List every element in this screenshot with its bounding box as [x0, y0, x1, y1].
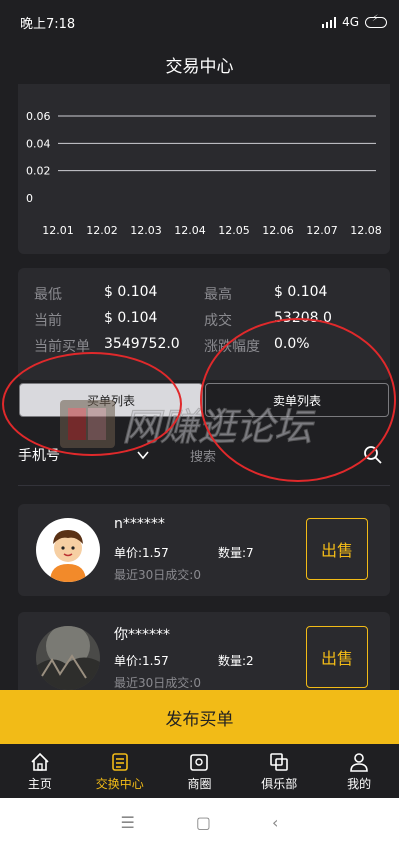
sell-button[interactable]: 出售 — [306, 518, 368, 580]
x-tick-label: 12.02 — [86, 224, 118, 237]
stat-buy-value-text: 3549752.0 — [104, 336, 180, 352]
search-icon[interactable] — [362, 444, 384, 466]
stat-buy-label: 当前买单 — [34, 339, 90, 355]
nav-item-exchange[interactable]: 交换中心 — [80, 744, 160, 798]
publish-buy-button[interactable]: 发布买单 — [0, 690, 399, 744]
chart-svg: 0 0.02 0.04 0.06 12.01 12.02 12.03 12.04 12.05 12… — [26, 110, 382, 237]
signal-icon — [322, 16, 337, 28]
bottom-nav: 主页 交换中心 商圈 俱乐部 我的 — [0, 744, 399, 798]
app-screen: 晚上7:18 4G 交易中心 0 0.02 0.04 0.06 12.01 12.02 12… — [0, 0, 399, 847]
nav-item-shop[interactable]: 商圈 — [160, 744, 240, 798]
status-indicators: 4G — [322, 14, 387, 29]
seller-name: n****** — [114, 516, 165, 532]
order-price: 单价:1.57 — [114, 546, 169, 560]
x-tick-label: 12.08 — [350, 224, 382, 237]
x-tick-label: 12.07 — [306, 224, 338, 237]
stats-panel: 最低 $ 0.104 最高 $ 0.104 当前 $ 0.104 成交 5320… — [18, 268, 390, 380]
order-quantity: 数量:2 — [218, 654, 254, 668]
filter-bar: 手机号 搜索 — [18, 438, 390, 472]
stat-low-value-text: $ 0.104 — [104, 284, 158, 300]
home-icon — [31, 752, 49, 771]
stat-current-label: 当前 — [34, 313, 62, 329]
stat-high: 最高 — [204, 284, 232, 304]
order-recent-deals: 最近30日成交:0 — [114, 676, 201, 690]
exchange-icon — [111, 752, 128, 771]
nav-label: 商圈 — [187, 776, 212, 791]
stat-buy: 当前买单 — [34, 336, 90, 356]
nav-label: 我的 — [347, 776, 372, 791]
stat-change: 涨跌幅度 — [204, 336, 260, 356]
nav-label: 俱乐部 — [261, 776, 298, 791]
y-tick-label: 0.04 — [26, 137, 51, 150]
page-title: 交易中心 — [165, 56, 234, 77]
nav-item-club[interactable]: 俱乐部 — [239, 744, 319, 798]
nav-item-home[interactable]: 主页 — [0, 744, 80, 798]
stat-low-label: 最低 — [34, 287, 62, 303]
order-price: 单价:1.57 — [114, 654, 169, 668]
stat-change-label: 涨跌幅度 — [204, 339, 260, 355]
stat-change-value-text: 0.0% — [274, 336, 310, 352]
x-tick-label: 12.03 — [130, 224, 162, 237]
page-title-bar: 交易中心 — [0, 44, 399, 84]
x-tick-label: 12.05 — [218, 224, 250, 237]
y-tick-label: 0 — [26, 192, 33, 205]
network-type: 4G — [342, 15, 359, 29]
x-tick-label: 12.01 — [42, 224, 74, 237]
stat-low-value: $ 0.104 — [104, 284, 157, 300]
stat-deal: 成交 — [204, 310, 232, 330]
x-tick-label: 12.06 — [262, 224, 294, 237]
club-icon — [270, 752, 289, 771]
stat-deal-value-text: 53208.0 — [274, 310, 332, 326]
home-square-icon[interactable]: ▢ — [196, 813, 211, 832]
stat-current-value: $ 0.104 — [104, 310, 157, 326]
price-chart: 0 0.02 0.04 0.06 12.01 12.02 12.03 12.04 12.05 12… — [18, 84, 390, 254]
stat-current: 当前 — [34, 310, 62, 330]
divider — [18, 485, 390, 486]
publish-buy-label: 发布买单 — [165, 709, 234, 730]
stat-high-value: $ 0.104 — [274, 284, 327, 300]
nav-label: 主页 — [27, 776, 52, 791]
sell-button[interactable]: 出售 — [306, 626, 368, 688]
status-time: 晚上7:18 — [20, 16, 76, 32]
x-tick-label: 12.04 — [174, 224, 206, 237]
order-quantity: 数量:7 — [218, 546, 254, 560]
avatar — [36, 518, 100, 582]
order-card: 你****** 单价:1.57 数量:2 最近30日成交:0 出售 — [18, 612, 390, 690]
battery-icon — [365, 14, 387, 28]
stat-change-value: 0.0% — [274, 336, 310, 352]
nav-label: 交换中心 — [95, 776, 144, 791]
shop-icon — [190, 753, 209, 771]
stat-deal-value: 53208.0 — [274, 310, 332, 326]
stat-deal-label: 成交 — [204, 313, 232, 329]
system-nav-bar: ☰ ▢ ‹ — [0, 798, 399, 847]
status-bar: 晚上7:18 4G — [0, 0, 399, 44]
order-card: n****** 单价:1.57 数量:7 最近30日成交:0 出售 — [18, 504, 390, 596]
stat-high-label: 最高 — [204, 287, 232, 303]
search-input[interactable]: 搜索 — [190, 446, 362, 465]
menu-icon[interactable]: ☰ — [121, 813, 135, 832]
stat-current-value-text: $ 0.104 — [104, 310, 158, 326]
y-tick-label: 0.02 — [26, 165, 51, 178]
filter-select[interactable]: 手机号 — [18, 445, 128, 465]
chevron-down-icon[interactable] — [136, 448, 150, 462]
order-recent-deals: 最近30日成交:0 — [114, 568, 201, 582]
user-icon — [350, 752, 368, 772]
back-icon[interactable]: ‹ — [272, 813, 278, 832]
avatar — [36, 626, 100, 690]
stat-high-value-text: $ 0.104 — [274, 284, 328, 300]
y-tick-label: 0.06 — [26, 110, 51, 123]
nav-item-me[interactable]: 我的 — [319, 744, 399, 798]
stat-buy-value: 3549752.0 — [104, 336, 180, 352]
seller-name: 你****** — [114, 627, 170, 643]
stat-low: 最低 — [34, 284, 62, 304]
